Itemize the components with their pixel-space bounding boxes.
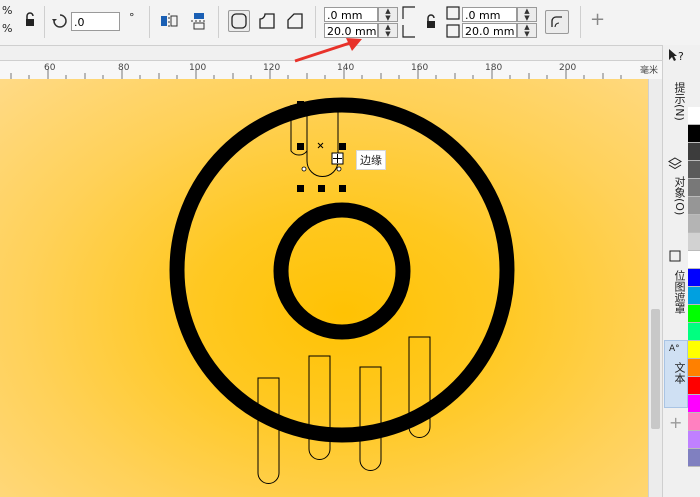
palette-swatch[interactable] <box>688 377 700 395</box>
text-tool-icon: A° <box>669 344 680 354</box>
artwork <box>169 97 515 484</box>
color-palette <box>688 107 700 497</box>
size-h-spinner[interactable]: ▲ ▼ <box>517 23 537 38</box>
palette-swatch[interactable] <box>688 179 700 197</box>
help-icon[interactable]: ? <box>678 50 684 63</box>
palette-swatch[interactable] <box>688 107 700 125</box>
tab-text[interactable]: 文本 <box>665 362 687 384</box>
node[interactable] <box>336 166 342 172</box>
drawing-canvas[interactable]: 边缘 <box>0 79 662 497</box>
palette-swatch[interactable] <box>688 341 700 359</box>
tab-hints[interactable]: 提示(N) <box>665 82 687 121</box>
size-h-input[interactable]: 20.0 mm <box>462 23 517 38</box>
hover-tooltip: 边缘 <box>356 150 386 170</box>
tab-bitmap-mask[interactable]: 位图遮罩 <box>665 270 687 314</box>
palette-swatch[interactable] <box>688 413 700 431</box>
ruler-label: 200 <box>559 63 577 73</box>
palette-swatch[interactable] <box>688 323 700 341</box>
corner-tr-icon <box>446 6 460 23</box>
palette-swatch[interactable] <box>688 395 700 413</box>
position-y-spinner[interactable]: ▲ ▼ <box>378 23 398 38</box>
palette-swatch[interactable] <box>688 431 700 449</box>
palette-swatch[interactable] <box>688 287 700 305</box>
palette-swatch[interactable] <box>688 251 700 269</box>
rotation-input[interactable]: .0 <box>71 12 120 31</box>
mirror-horizontal-icon[interactable] <box>159 11 179 34</box>
chamfer-corner-icon[interactable] <box>285 11 305 34</box>
palette-swatch[interactable] <box>688 125 700 143</box>
selected-drip-shape[interactable] <box>306 105 339 177</box>
mask-icon <box>668 249 682 266</box>
relative-corner-button[interactable] <box>545 10 569 34</box>
drip-shape[interactable] <box>308 355 331 460</box>
tab-objects[interactable]: 对象(O) <box>665 176 687 215</box>
scrollbar-thumb[interactable] <box>651 309 660 429</box>
size-w-spinner[interactable]: ▲ ▼ <box>517 7 537 22</box>
round-corner-button[interactable] <box>228 10 250 32</box>
inner-ring[interactable] <box>273 202 411 340</box>
node[interactable] <box>301 166 307 172</box>
lock-ratio-icon[interactable] <box>24 12 36 31</box>
ruler-label: 120 <box>263 63 281 73</box>
add-toolbar-item-icon[interactable]: + <box>590 9 605 30</box>
degree-label: ° <box>129 11 135 24</box>
add-docker-icon[interactable]: + <box>669 413 682 432</box>
position-x-spinner[interactable]: ▲ ▼ <box>378 7 398 22</box>
ruler-unit: 毫米 <box>640 66 659 76</box>
corner-top-icon <box>402 6 416 23</box>
layers-icon <box>668 157 682 174</box>
scale-y-unit: % <box>2 22 13 35</box>
palette-swatch[interactable] <box>688 359 700 377</box>
vertical-scrollbar[interactable] <box>648 79 663 497</box>
palette-swatch[interactable] <box>688 305 700 323</box>
ruler-label: 160 <box>411 63 429 73</box>
drip-shape[interactable] <box>359 366 382 471</box>
center-mark-icon <box>317 142 324 149</box>
rotate-icon <box>52 13 68 32</box>
move-cursor-icon <box>331 152 344 165</box>
palette-swatch[interactable] <box>688 233 700 251</box>
palette-swatch[interactable] <box>688 197 700 215</box>
ruler-label: 60 <box>44 63 56 73</box>
lock-corners-icon[interactable] <box>425 14 437 33</box>
ruler-label: 80 <box>118 63 130 73</box>
palette-swatch[interactable] <box>688 449 700 467</box>
ruler-label: 180 <box>485 63 503 73</box>
mirror-vertical-icon[interactable] <box>189 11 209 34</box>
palette-swatch[interactable] <box>688 215 700 233</box>
corner-bottom-icon <box>402 24 416 41</box>
drip-shape[interactable] <box>257 377 280 484</box>
palette-swatch[interactable] <box>688 161 700 179</box>
palette-swatch[interactable] <box>688 143 700 161</box>
scale-x-unit: % <box>2 4 13 17</box>
ruler-label: 100 <box>189 63 207 73</box>
scallop-corner-icon[interactable] <box>257 11 277 34</box>
annotation-arrow-icon <box>294 38 362 63</box>
corner-br-icon <box>446 24 460 41</box>
size-w-input[interactable]: .0 mm <box>462 7 517 22</box>
pointer-icon[interactable] <box>668 48 678 65</box>
palette-swatch[interactable] <box>688 269 700 287</box>
position-x-input[interactable]: .0 mm <box>324 7 378 22</box>
